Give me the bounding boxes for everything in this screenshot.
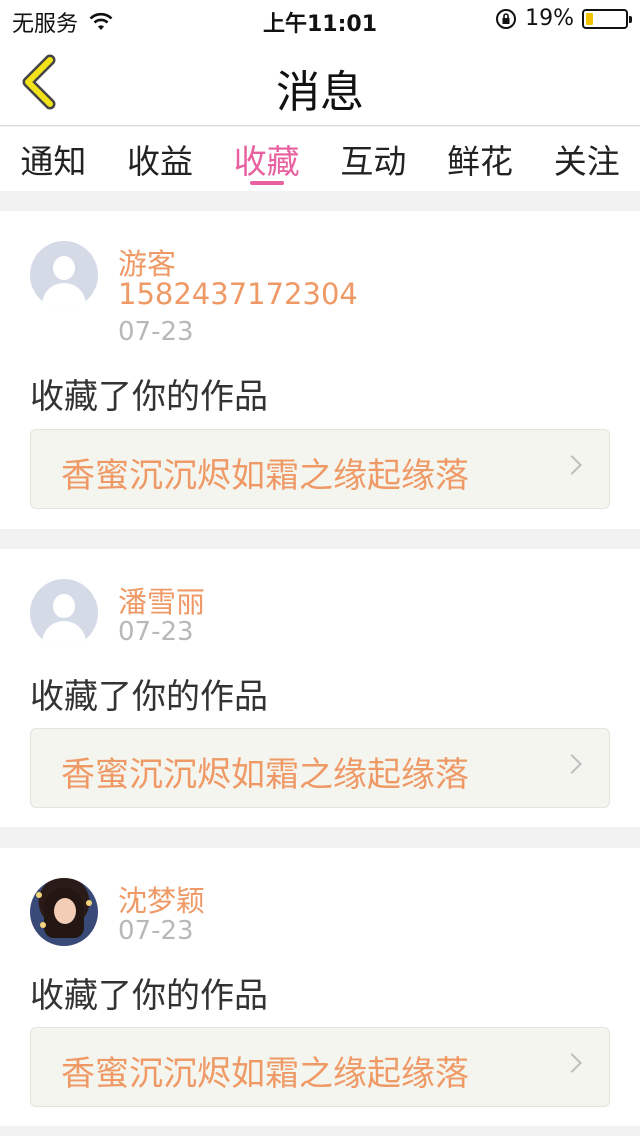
- work-link[interactable]: 香蜜沉沉烬如霜之缘起缘落: [30, 728, 610, 808]
- user-name[interactable]: 沈梦颖: [118, 878, 205, 920]
- tab-earnings[interactable]: 收益: [107, 127, 214, 191]
- avatar-bokeh: [36, 892, 42, 898]
- page-title: 消息: [276, 67, 364, 118]
- message-card: 潘雪丽 07-23 收藏了你的作品 香蜜沉沉烬如霜之缘起缘落: [0, 549, 640, 827]
- status-bar: 无服务 上午11:01 19%: [0, 0, 640, 40]
- avatar-bokeh: [86, 900, 92, 906]
- avatar-body: [42, 621, 86, 647]
- battery-icon: [582, 8, 632, 29]
- status-bar-right: 19%: [495, 6, 632, 31]
- message-card: 沈梦颖 07-23 收藏了你的作品 香蜜沉沉烬如霜之缘起缘落: [0, 848, 640, 1126]
- battery-percent: 19%: [525, 6, 574, 31]
- message-date: 07-23: [118, 617, 194, 647]
- message-date: 07-23: [118, 916, 194, 946]
- work-title: 香蜜沉沉烬如霜之缘起缘落: [61, 456, 469, 496]
- default-avatar-icon[interactable]: [30, 241, 98, 309]
- tab-notifications[interactable]: 通知: [0, 127, 107, 191]
- avatar-head: [53, 256, 75, 280]
- user-name[interactable]: 潘雪丽: [118, 579, 205, 621]
- nav-bar: 消息: [0, 40, 640, 126]
- work-link[interactable]: 香蜜沉沉烬如霜之缘起缘落: [30, 429, 610, 509]
- chevron-right-icon: [562, 754, 582, 774]
- tab-favorites[interactable]: 收藏: [213, 127, 320, 191]
- tab-flowers[interactable]: 鲜花: [427, 127, 534, 191]
- chevron-right-icon: [562, 455, 582, 475]
- avatar-face: [54, 898, 76, 924]
- user-photo-avatar[interactable]: [30, 878, 98, 946]
- avatar-head: [53, 594, 75, 618]
- action-text: 收藏了你的作品: [30, 377, 268, 417]
- message-card: 游客 1582437172304 07-23 收藏了你的作品 香蜜沉沉烬如霜之缘…: [0, 211, 640, 529]
- avatar-bokeh: [40, 922, 46, 928]
- tab-bar: 通知 收益 收藏 互动 鲜花 关注: [0, 127, 640, 191]
- user-phone: 1582437172304: [118, 277, 358, 311]
- message-date: 07-23: [118, 317, 194, 347]
- action-text: 收藏了你的作品: [30, 677, 268, 717]
- chevron-right-icon: [562, 1053, 582, 1073]
- default-avatar-icon[interactable]: [30, 579, 98, 647]
- tab-following[interactable]: 关注: [533, 127, 640, 191]
- work-title: 香蜜沉沉烬如霜之缘起缘落: [61, 1054, 469, 1094]
- work-link[interactable]: 香蜜沉沉烬如霜之缘起缘落: [30, 1027, 610, 1107]
- rotation-lock-icon: [496, 8, 517, 29]
- avatar-body: [42, 283, 86, 309]
- action-text: 收藏了你的作品: [30, 976, 268, 1016]
- tab-interactions[interactable]: 互动: [320, 127, 427, 191]
- work-title: 香蜜沉沉烬如霜之缘起缘落: [61, 755, 469, 795]
- battery-fill: [586, 12, 594, 25]
